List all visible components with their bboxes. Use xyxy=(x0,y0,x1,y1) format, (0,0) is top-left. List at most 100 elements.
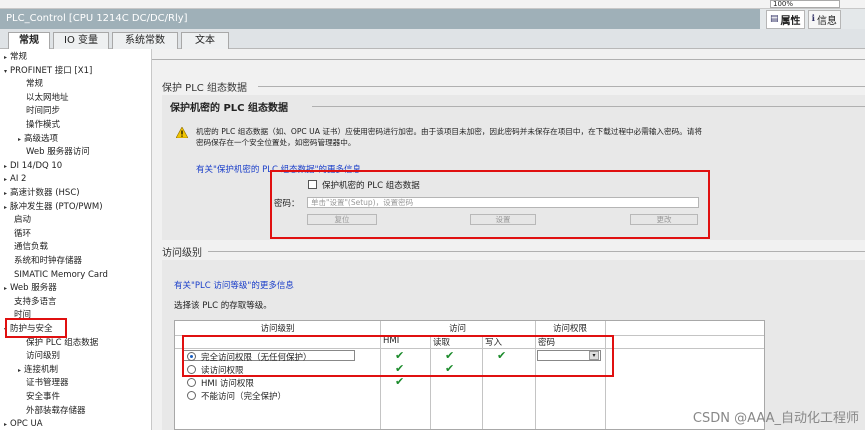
protect-heading: 保护机密的 PLC 组态数据 xyxy=(170,103,289,114)
section-title-access: 访问级别 xyxy=(162,248,202,259)
sidebar-item[interactable]: 通信负载 xyxy=(14,241,48,254)
window-title: PLC_Control [CPU 1214C DC/DC/Rly] xyxy=(0,9,760,29)
sidebar-item-label: 连接机制 xyxy=(24,364,59,375)
collapsed-icon[interactable]: ▸ xyxy=(4,163,7,170)
sidebar-item[interactable]: ▸ 连接机制 xyxy=(18,364,58,377)
sidebar-item-label: Web 服务器 xyxy=(10,283,57,294)
inspector-tabs: ▤ 属性 ℹ 信息 xyxy=(760,9,865,29)
sidebar-item-label: 常规 xyxy=(26,79,44,90)
tab-texts[interactable]: 文本 xyxy=(181,32,229,49)
access-level-label: 不能访问（完全保护） xyxy=(201,392,287,402)
highlight-box-sidebar xyxy=(5,318,67,338)
tab-general[interactable]: 常规 xyxy=(8,32,50,50)
sidebar-item-label: 访问级别 xyxy=(26,351,61,362)
sidebar-item[interactable]: ▸ 高级选项 xyxy=(18,133,58,146)
sidebar-item-label: 证书管理器 xyxy=(26,378,69,389)
header-access: 访问 xyxy=(448,324,466,334)
expanded-icon[interactable]: ▾ xyxy=(4,68,7,75)
main-panel: 保护 PLC 组态数据 保护机密的 PLC 组态数据 机密的 PLC 组态数据（… xyxy=(152,49,865,430)
sidebar-item-label: 系统和时钟存储器 xyxy=(14,256,83,266)
sidebar-item[interactable]: Web 服务器访问 xyxy=(26,146,90,159)
sidebar-item-label: 高级选项 xyxy=(24,133,59,144)
sidebar-item[interactable]: SIMATIC Memory Card xyxy=(14,269,108,282)
access-info-link[interactable]: 有关"PLC 访问等级"的更多信息 xyxy=(174,279,294,291)
sidebar-item[interactable]: 保护 PLC 组态数据 xyxy=(26,337,98,350)
tab-system-constants[interactable]: 系统常数 xyxy=(112,32,178,49)
checkmark-icon: ✔ xyxy=(395,375,405,388)
watermark: CSDN @AAA_自动化工程师 xyxy=(692,411,859,426)
sidebar-item-label: 常规 xyxy=(10,52,28,62)
sidebar-item-label: 循环 xyxy=(14,228,32,239)
zoom-field[interactable]: 100% xyxy=(770,0,840,8)
collapsed-icon[interactable]: ▸ xyxy=(4,204,7,211)
sidebar-item-label: 外部装载存储器 xyxy=(26,405,86,416)
collapsed-icon[interactable]: ▸ xyxy=(4,285,7,292)
collapsed-icon[interactable]: ▸ xyxy=(4,190,7,197)
tab-io-tags[interactable]: IO 变量 xyxy=(53,32,109,49)
sidebar-item[interactable]: ▸ Web 服务器 xyxy=(4,282,57,295)
collapsed-icon[interactable]: ▸ xyxy=(18,136,21,143)
sidebar-item-label: 通信负载 xyxy=(14,242,49,253)
sidebar-item[interactable]: ▸ 常规 xyxy=(4,51,27,64)
collapsed-icon[interactable]: ▸ xyxy=(4,176,7,183)
sidebar-item-label: 操作模式 xyxy=(26,120,61,130)
sidebar-item[interactable]: 安全事件 xyxy=(26,391,60,404)
properties-tab-row: 常规 IO 变量 系统常数 文本 xyxy=(0,29,865,50)
info-icon: ℹ xyxy=(811,14,815,24)
header-access-level: 访问级别 xyxy=(260,324,295,334)
access-level-radio[interactable] xyxy=(187,391,196,400)
section-divider-protect xyxy=(258,86,865,87)
highlight-box-protect xyxy=(270,170,710,239)
sidebar-item-label: DI 14/DQ 10 xyxy=(10,160,63,171)
warning-text-line2: 密码保存在一个安全位置处，如密码管理器中。 xyxy=(196,138,356,147)
access-level-label: HMI 访问权限 xyxy=(201,379,254,389)
sidebar-item-label: 支持多语言 xyxy=(14,296,57,307)
sidebar-item-label: 启动 xyxy=(14,215,32,226)
sidebar-item[interactable]: 常规 xyxy=(26,78,43,91)
collapsed-icon[interactable]: ▸ xyxy=(4,54,7,61)
sidebar-item-label: 安全事件 xyxy=(26,392,61,402)
tab-info[interactable]: ℹ 信息 xyxy=(807,9,841,29)
sidebar-item[interactable]: ▸ DI 14/DQ 10 xyxy=(4,160,62,173)
tab-info-label: 信息 xyxy=(816,15,837,27)
sidebar-item[interactable]: 循环 xyxy=(14,228,31,241)
top-divider xyxy=(152,59,865,60)
sidebar-item-label: 保护 PLC 组态数据 xyxy=(26,337,99,348)
sidebar-item[interactable]: 启动 xyxy=(14,214,31,227)
sidebar-item[interactable]: 时间同步 xyxy=(26,105,60,118)
sidebar-item[interactable]: ▸ 脉冲发生器 (PTO/PWM) xyxy=(4,201,103,214)
sidebar-item[interactable]: 系统和时钟存储器 xyxy=(14,255,82,268)
sidebar-item[interactable]: 访问级别 xyxy=(26,350,60,363)
sidebar-item-label: 时间同步 xyxy=(26,106,61,117)
sidebar-item[interactable]: 外部装载存储器 xyxy=(26,405,86,418)
sidebar-item[interactable]: 以太网地址 xyxy=(26,92,69,105)
sidebar-item[interactable]: 操作模式 xyxy=(26,119,60,132)
sidebar-item-label: OPC UA xyxy=(10,419,43,430)
sidebar-item[interactable]: ▸ 高速计数器 (HSC) xyxy=(4,187,80,200)
section-divider-access xyxy=(208,251,865,252)
sidebar-item[interactable]: 证书管理器 xyxy=(26,377,69,390)
sidebar-item-label: 高速计数器 (HSC) xyxy=(10,188,80,198)
tab-properties[interactable]: ▤ 属性 xyxy=(766,9,805,29)
sidebar-item[interactable]: ▾ PROFINET 接口 [X1] xyxy=(4,65,92,78)
collapsed-icon[interactable]: ▸ xyxy=(18,367,21,374)
collapsed-icon[interactable]: ▸ xyxy=(4,421,7,428)
sidebar-item-label: Web 服务器访问 xyxy=(26,147,90,158)
sidebar-item[interactable]: 支持多语言 xyxy=(14,296,57,309)
sidebar-item-label: PROFINET 接口 [X1] xyxy=(10,65,93,76)
sidebar-item[interactable]: ▸ AI 2 xyxy=(4,173,26,186)
sidebar-tree: ▸ 常规 ▾ PROFINET 接口 [X1] 常规 以太网地址 时间同步 操作模式 ▸ 高级选项… xyxy=(0,49,152,430)
header-permission: 访问权限 xyxy=(552,324,587,334)
protect-heading-divider xyxy=(312,106,865,107)
sidebar-item-label: AI 2 xyxy=(10,174,27,185)
highlight-box-access xyxy=(182,335,614,377)
sidebar-item-label: 以太网地址 xyxy=(26,92,69,103)
sidebar-item-label: SIMATIC Memory Card xyxy=(14,269,108,280)
section-title-protect: 保护 PLC 组态数据 xyxy=(162,83,247,94)
top-strip: 100% xyxy=(0,0,865,9)
access-select-text: 选择该 PLC 的存取等级。 xyxy=(174,301,272,311)
sidebar-item[interactable]: ▸ OPC UA xyxy=(4,418,43,430)
sidebar-item-label: 脉冲发生器 (PTO/PWM) xyxy=(10,201,103,212)
tab-properties-label: 属性 xyxy=(780,15,801,27)
access-level-radio[interactable] xyxy=(187,378,196,387)
